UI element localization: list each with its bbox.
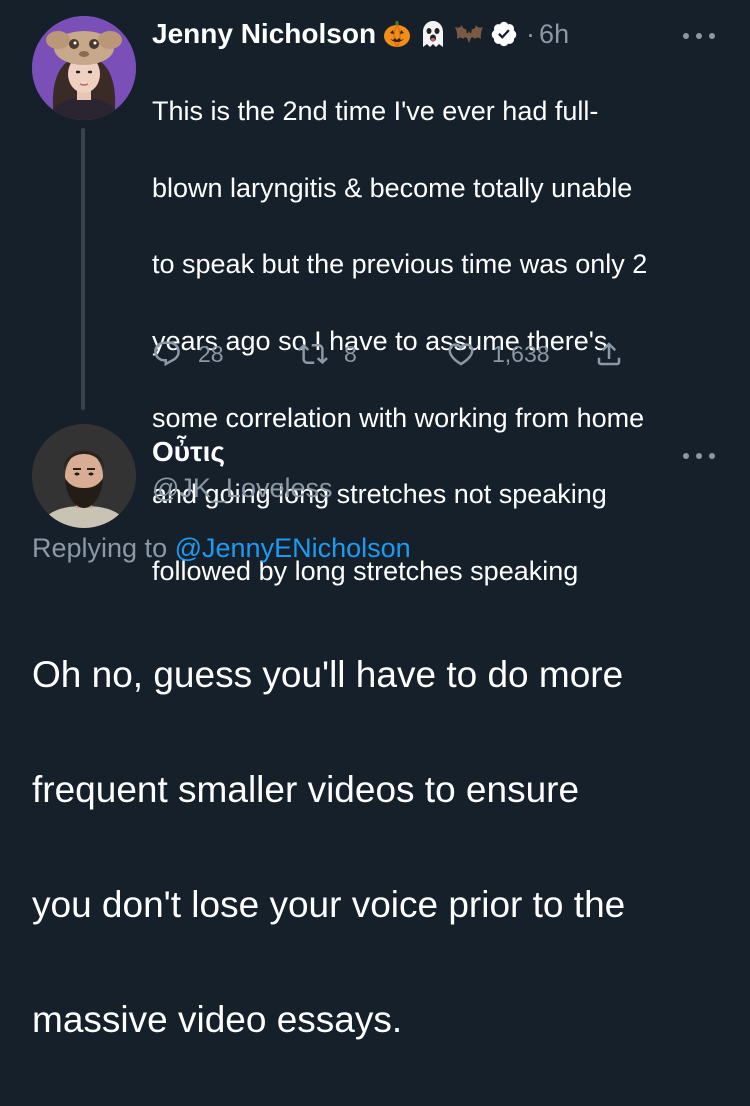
tweet-text-line: some correlation with working from home [152, 402, 645, 433]
tweet-text-line: This is the 2nd time I've ever had full- [152, 96, 599, 127]
tweet-text-line: frequent smaller videos to ensure [32, 768, 580, 810]
replying-to-label: Replying to [32, 533, 168, 563]
bat-emoji-icon [454, 19, 484, 49]
tweet-parent[interactable]: Jenny Nicholson · 6h This is the 2nd tim… [0, 0, 750, 586]
share-button[interactable] [594, 336, 624, 372]
avatar-jenny-nicholson[interactable] [32, 16, 136, 120]
like-count: 1,638 [492, 340, 550, 367]
header-separator: · [526, 18, 536, 49]
tweet-timestamp[interactable]: 6h [539, 19, 569, 50]
author-display-name[interactable]: Oὖτις [152, 436, 225, 468]
more-horizontal-icon[interactable] [683, 31, 715, 41]
replying-to-line: Replying to @JennyENicholson [32, 533, 411, 564]
author-display-name[interactable]: Jenny Nicholson [152, 18, 376, 50]
heart-icon [446, 339, 476, 369]
tweet-text-line: to speak but the previous time was only … [152, 249, 648, 280]
tweet-text-line: blown laryngitis & become totally unable [152, 172, 633, 203]
retweet-count: 8 [344, 340, 357, 367]
more-horizontal-icon[interactable] [683, 451, 715, 461]
tweet-text-line: Oh no, guess you'll have to do more [32, 653, 624, 695]
tweet-header: Jenny Nicholson · 6h [152, 14, 569, 54]
like-button[interactable]: 1,638 [446, 336, 550, 372]
pumpkin-emoji-icon [382, 19, 412, 49]
author-handle[interactable]: @JK_Loveless [152, 473, 333, 504]
tweet-text-line: massive video essays. [32, 998, 403, 1040]
replying-to-mention-link[interactable]: @JennyENicholson [175, 533, 411, 563]
retweet-icon [298, 339, 328, 369]
tweet-action-bar: 28 8 1,638 [0, 336, 750, 372]
reply-icon [152, 339, 182, 369]
share-icon [594, 339, 624, 369]
tweet-text: Oh no, guess you'll have to do more freq… [32, 588, 732, 1106]
ghost-emoji-icon [418, 19, 448, 49]
verified-badge-icon [490, 20, 518, 48]
reply-count: 28 [198, 340, 224, 367]
retweet-button[interactable]: 8 [298, 336, 357, 372]
avatar-jk-loveless[interactable] [32, 424, 136, 528]
tweet-text-line: you don't lose your voice prior to the [32, 883, 626, 925]
reply-button[interactable]: 28 [152, 336, 224, 372]
